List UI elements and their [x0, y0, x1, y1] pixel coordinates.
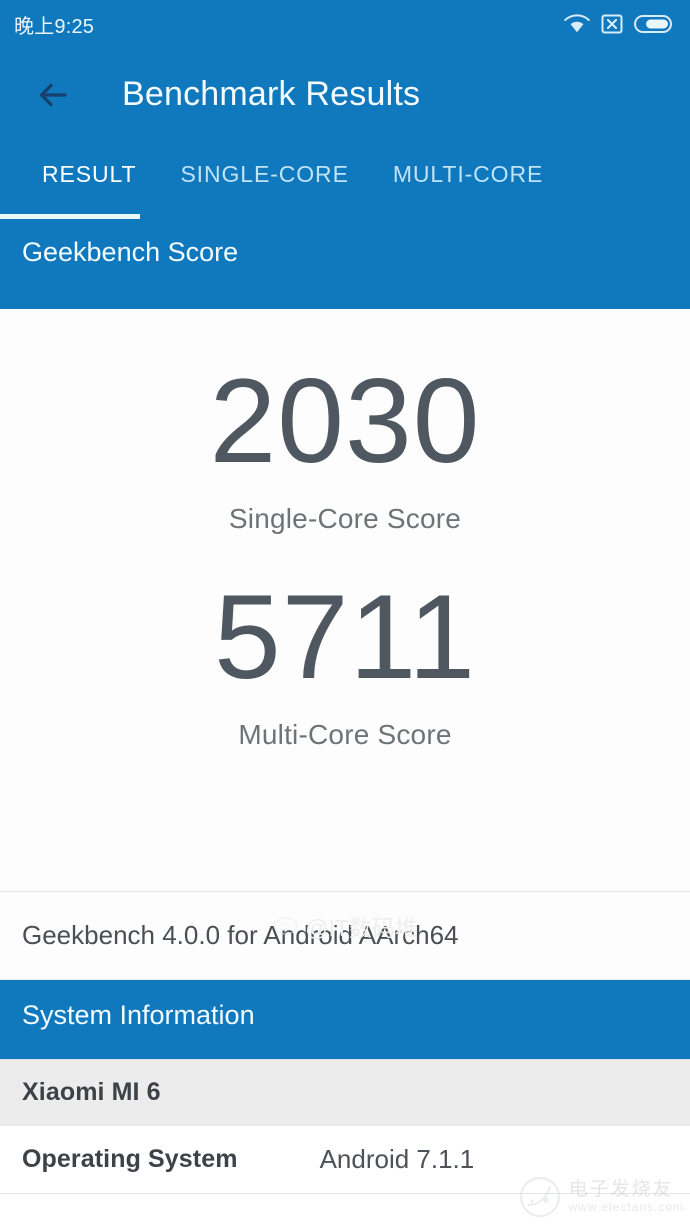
- multi-core-score-label: Multi-Core Score: [238, 719, 452, 750]
- section-header-system-information: System Information: [0, 980, 690, 1060]
- score-panel: 2030 Single-Core Score @IT数码堆 5711 Multi…: [0, 309, 690, 941]
- wifi-icon: [564, 14, 590, 34]
- battery-icon: [634, 14, 674, 34]
- geekbench-version-row: Geekbench 4.0.0 for Android AArch64: [0, 892, 690, 980]
- status-icons: [564, 12, 674, 36]
- system-info-row: Operating System Android 7.1.1: [0, 1126, 690, 1194]
- tab-result[interactable]: RESULT: [20, 141, 158, 188]
- operating-system-value: Android 7.1.1: [319, 1144, 475, 1174]
- operating-system-label: Operating System: [22, 1145, 238, 1173]
- tab-bar: RESULT SINGLE-CORE MULTI-CORE: [0, 141, 690, 219]
- app-bar: Benchmark Results: [0, 48, 690, 141]
- single-core-score-value: 2030: [209, 354, 481, 488]
- page-title: Benchmark Results: [122, 75, 421, 113]
- single-core-score-block: 2030 Single-Core Score: [0, 309, 690, 535]
- section-header-geekbench-score: Geekbench Score: [0, 219, 690, 309]
- active-tab-indicator: [0, 214, 140, 219]
- back-arrow-icon[interactable]: [34, 76, 72, 114]
- tab-multi-core[interactable]: MULTI-CORE: [371, 141, 565, 188]
- status-time: 晚上9:25: [14, 15, 95, 38]
- site-watermark-url: www.elecfans.com: [568, 1200, 684, 1215]
- status-bar: 晚上9:25: [0, 0, 690, 48]
- multi-core-score-value: 5711: [213, 570, 477, 704]
- multi-core-score-block: 5711 Multi-Core Score: [0, 535, 690, 751]
- tab-single-core[interactable]: SINGLE-CORE: [158, 141, 370, 188]
- single-core-score-label: Single-Core Score: [228, 503, 462, 534]
- device-name: Xiaomi MI 6: [22, 1078, 161, 1106]
- no-signal-icon: [600, 12, 624, 36]
- system-info-device-row: Xiaomi MI 6: [0, 1060, 690, 1126]
